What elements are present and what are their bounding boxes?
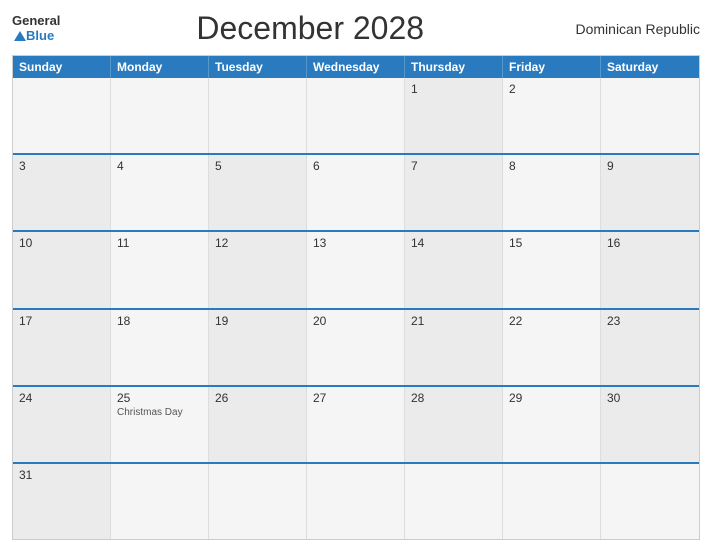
- day-number: 22: [509, 314, 594, 328]
- day-number: 12: [215, 236, 300, 250]
- day-cell-0-5: 2: [503, 78, 601, 153]
- header-friday: Friday: [503, 56, 601, 78]
- day-number: 8: [509, 159, 594, 173]
- week-row-2: 10 11 12 13 14 15 16: [13, 230, 699, 307]
- header-wednesday: Wednesday: [307, 56, 405, 78]
- day-number: 6: [313, 159, 398, 173]
- day-cell-3-4: 21: [405, 310, 503, 385]
- day-cell-1-4: 7: [405, 155, 503, 230]
- day-number: 3: [19, 159, 104, 173]
- day-cell-4-5: 29: [503, 387, 601, 462]
- day-cell-0-4: 1: [405, 78, 503, 153]
- day-number: 29: [509, 391, 594, 405]
- calendar-title: December 2028: [60, 10, 560, 47]
- day-cell-1-1: 4: [111, 155, 209, 230]
- day-number: 1: [411, 82, 496, 96]
- logo-blue-row: Blue: [12, 29, 54, 43]
- day-number: 16: [607, 236, 693, 250]
- day-number: 13: [313, 236, 398, 250]
- day-number: 18: [117, 314, 202, 328]
- day-cell-3-6: 23: [601, 310, 699, 385]
- day-cell-4-2: 26: [209, 387, 307, 462]
- day-cell-3-5: 22: [503, 310, 601, 385]
- logo: General Blue: [12, 14, 60, 43]
- week-row-1: 3456789: [13, 153, 699, 230]
- calendar-grid: Sunday Monday Tuesday Wednesday Thursday…: [12, 55, 700, 540]
- day-cell-5-1: [111, 464, 209, 539]
- calendar-page: General Blue December 2028 Dominican Rep…: [0, 0, 712, 550]
- day-cell-1-2: 5: [209, 155, 307, 230]
- day-cell-4-1: 25 Christmas Day: [111, 387, 209, 462]
- day-cell-2-5: 15: [503, 232, 601, 307]
- day-cell-2-4: 14: [405, 232, 503, 307]
- day-cell-1-0: 3: [13, 155, 111, 230]
- day-cell-0-1: [111, 78, 209, 153]
- header-tuesday: Tuesday: [209, 56, 307, 78]
- holiday-label: Christmas Day: [117, 407, 202, 418]
- day-headers-row: Sunday Monday Tuesday Wednesday Thursday…: [13, 56, 699, 78]
- day-cell-4-6: 30: [601, 387, 699, 462]
- day-cell-5-6: [601, 464, 699, 539]
- day-cell-3-2: 19: [209, 310, 307, 385]
- day-cell-5-4: [405, 464, 503, 539]
- logo-general-text: General: [12, 14, 60, 28]
- calendar-header: General Blue December 2028 Dominican Rep…: [12, 10, 700, 47]
- day-cell-3-0: 17: [13, 310, 111, 385]
- country-label: Dominican Republic: [560, 21, 700, 37]
- day-number: 17: [19, 314, 104, 328]
- week-row-3: 17 18 19 20 21 22 23: [13, 308, 699, 385]
- day-number: 21: [411, 314, 496, 328]
- logo-blue-text: Blue: [26, 28, 54, 43]
- week-row-0: 12: [13, 78, 699, 153]
- day-cell-0-2: [209, 78, 307, 153]
- day-cell-1-5: 8: [503, 155, 601, 230]
- day-number: 20: [313, 314, 398, 328]
- week-row-5: 31: [13, 462, 699, 539]
- day-cell-2-0: 10: [13, 232, 111, 307]
- day-number: 5: [215, 159, 300, 173]
- day-cell-2-6: 16: [601, 232, 699, 307]
- day-cell-5-2: [209, 464, 307, 539]
- day-cell-4-0: 24: [13, 387, 111, 462]
- day-number: 2: [509, 82, 594, 96]
- day-cell-3-3: 20: [307, 310, 405, 385]
- day-cell-5-0: 31: [13, 464, 111, 539]
- day-number: 9: [607, 159, 693, 173]
- weeks-container: 1234567891011121314151617181920212223242…: [13, 78, 699, 539]
- day-number: 31: [19, 468, 104, 482]
- day-number: 10: [19, 236, 104, 250]
- day-number: 27: [313, 391, 398, 405]
- day-cell-0-6: [601, 78, 699, 153]
- day-number: 7: [411, 159, 496, 173]
- day-number: 4: [117, 159, 202, 173]
- header-saturday: Saturday: [601, 56, 699, 78]
- header-sunday: Sunday: [13, 56, 111, 78]
- day-cell-4-3: 27: [307, 387, 405, 462]
- day-number: 30: [607, 391, 693, 405]
- day-number: 23: [607, 314, 693, 328]
- day-cell-0-3: [307, 78, 405, 153]
- day-cell-5-3: [307, 464, 405, 539]
- day-number: 28: [411, 391, 496, 405]
- day-number: 14: [411, 236, 496, 250]
- day-cell-3-1: 18: [111, 310, 209, 385]
- logo-triangle-icon: [14, 31, 26, 41]
- day-cell-2-1: 11: [111, 232, 209, 307]
- day-cell-1-6: 9: [601, 155, 699, 230]
- header-monday: Monday: [111, 56, 209, 78]
- day-number: 26: [215, 391, 300, 405]
- day-number: 19: [215, 314, 300, 328]
- header-thursday: Thursday: [405, 56, 503, 78]
- day-number: 25: [117, 391, 202, 405]
- day-cell-2-2: 12: [209, 232, 307, 307]
- day-number: 15: [509, 236, 594, 250]
- day-cell-1-3: 6: [307, 155, 405, 230]
- day-number: 24: [19, 391, 104, 405]
- week-row-4: 24 25 Christmas Day 26 27 28 29 30: [13, 385, 699, 462]
- day-cell-2-3: 13: [307, 232, 405, 307]
- day-number: 11: [117, 236, 202, 250]
- day-cell-5-5: [503, 464, 601, 539]
- day-cell-4-4: 28: [405, 387, 503, 462]
- day-cell-0-0: [13, 78, 111, 153]
